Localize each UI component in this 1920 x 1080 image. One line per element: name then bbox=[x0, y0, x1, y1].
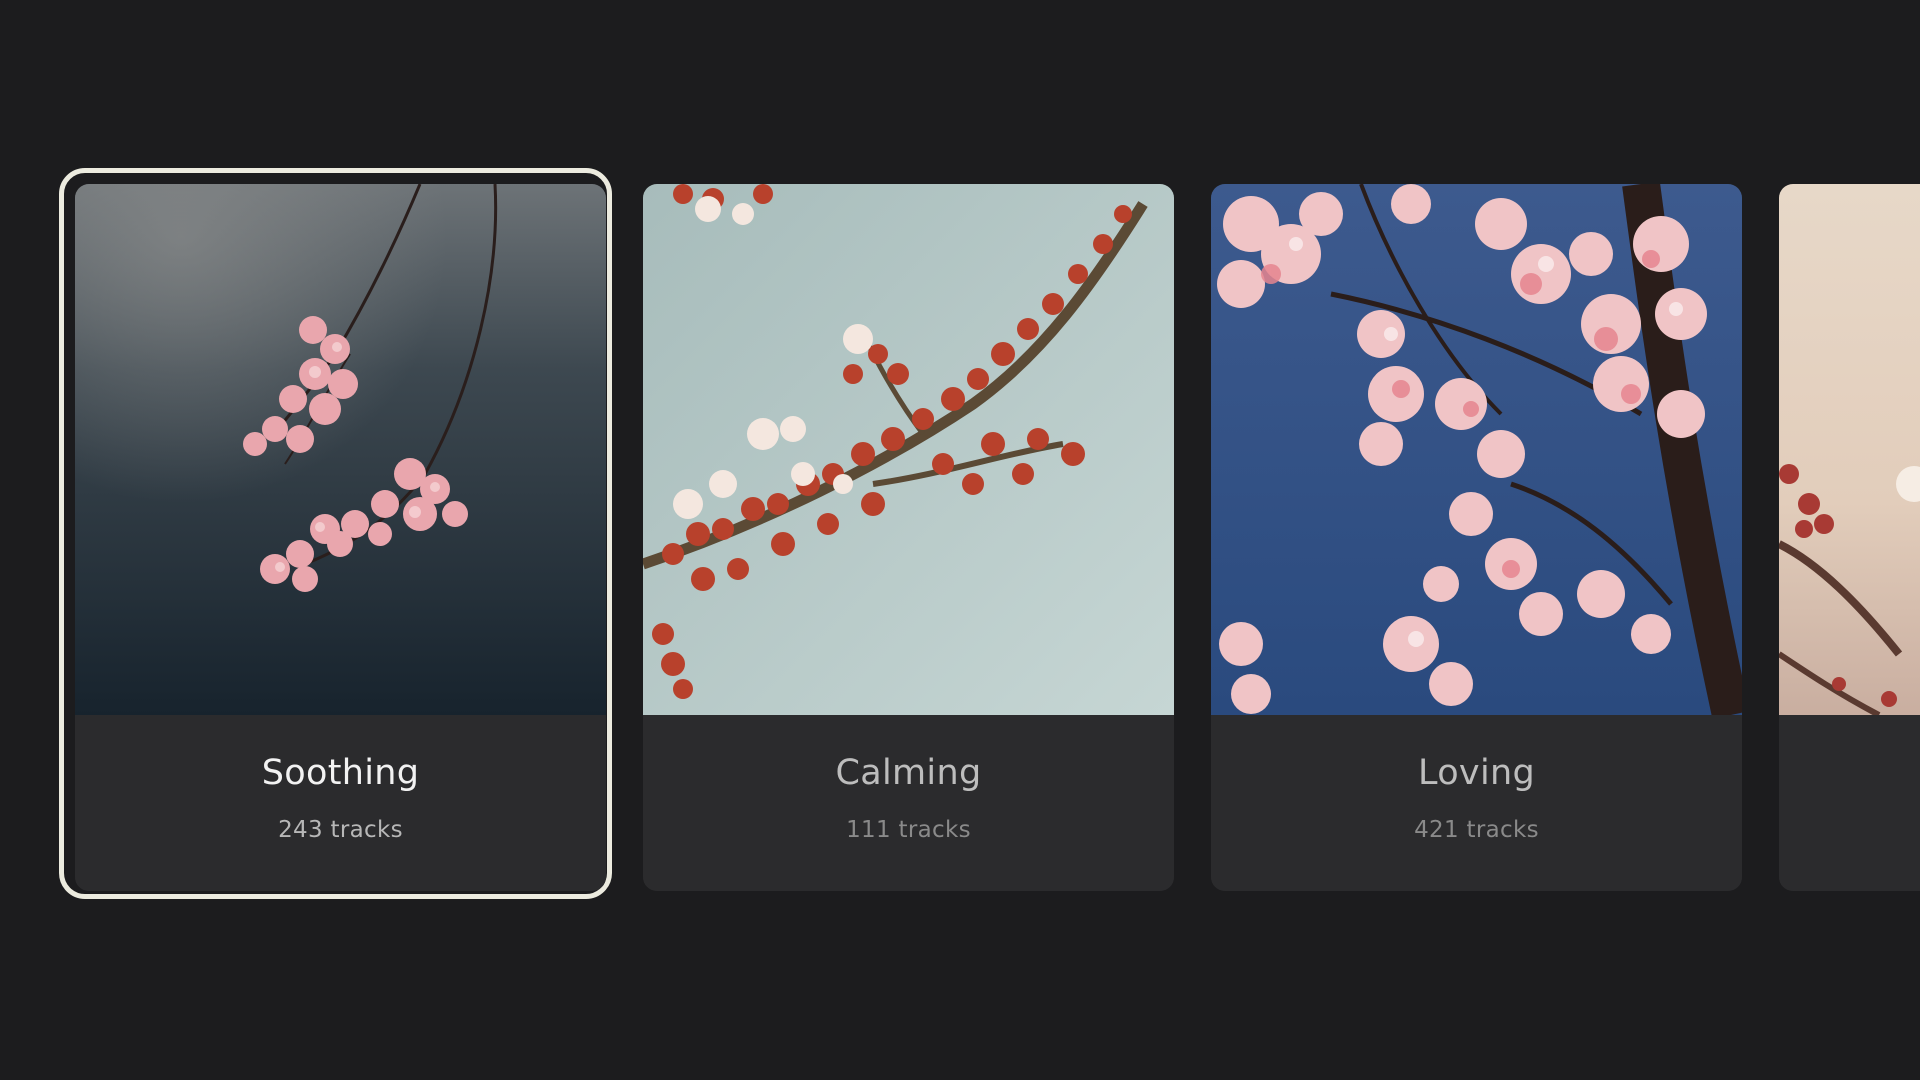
cover-image bbox=[643, 184, 1174, 715]
card-meta: Loving 421 tracks bbox=[1211, 715, 1742, 891]
playlist-card-partial[interactable] bbox=[1779, 184, 1920, 891]
track-count: 111 tracks bbox=[846, 817, 971, 843]
card-meta: Calming 111 tracks bbox=[643, 715, 1174, 891]
playlist-title: Loving bbox=[1418, 753, 1535, 793]
playlist-title: Calming bbox=[835, 753, 982, 793]
card-meta bbox=[1779, 715, 1920, 891]
playlist-carousel: Soothing 243 tracks Calming 111 tracks L… bbox=[0, 0, 1920, 1080]
playlist-card-calming[interactable]: Calming 111 tracks bbox=[643, 184, 1174, 891]
cover-image bbox=[1211, 184, 1742, 715]
card-meta: Soothing 243 tracks bbox=[75, 715, 606, 891]
cover-image bbox=[75, 184, 606, 715]
cover-image bbox=[1779, 184, 1920, 715]
playlist-card-soothing[interactable]: Soothing 243 tracks bbox=[75, 184, 606, 891]
track-count: 243 tracks bbox=[278, 817, 403, 843]
playlist-card-loving[interactable]: Loving 421 tracks bbox=[1211, 184, 1742, 891]
track-count: 421 tracks bbox=[1414, 817, 1539, 843]
playlist-title: Soothing bbox=[261, 753, 420, 793]
